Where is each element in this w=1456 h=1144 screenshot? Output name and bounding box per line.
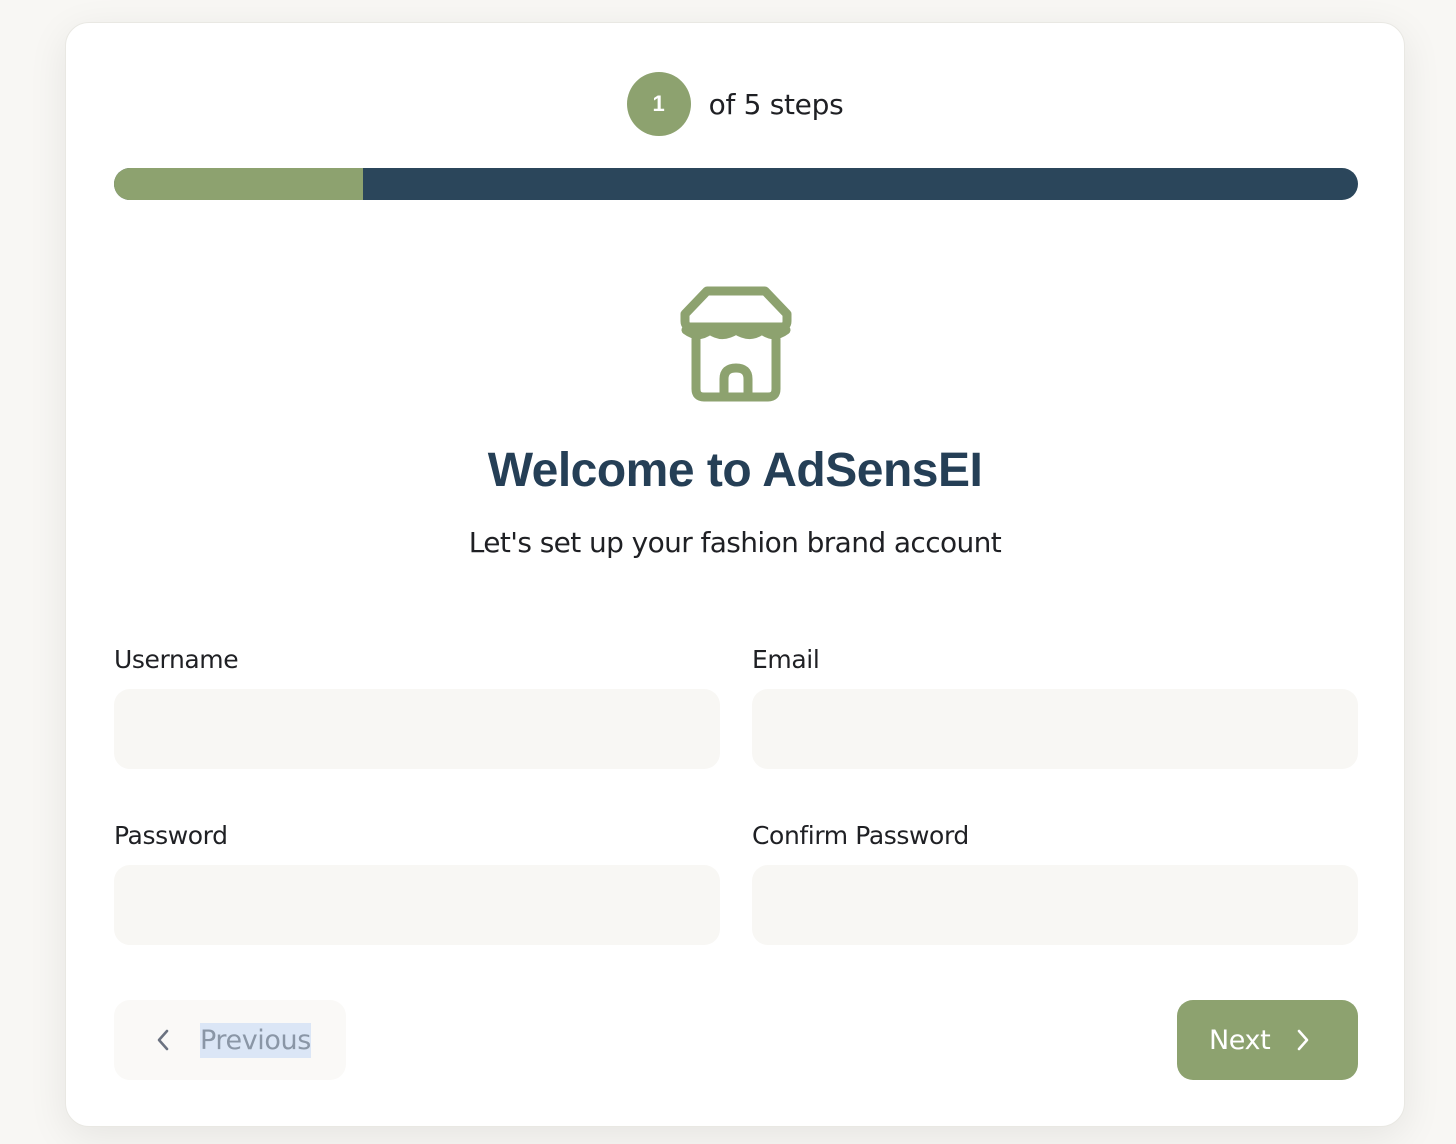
password-label: Password (114, 821, 228, 850)
previous-button[interactable]: Previous (114, 1000, 346, 1080)
page-title: Welcome to AdSensEI (487, 444, 983, 497)
password-input[interactable] (114, 865, 720, 945)
email-input[interactable] (752, 689, 1358, 769)
onboarding-card: 1 of 5 steps Welcome to AdSensEI Let's s… (65, 22, 1405, 1127)
progress-bar (114, 168, 1358, 200)
chevron-right-icon (1296, 1029, 1310, 1051)
current-step-badge: 1 (626, 72, 691, 136)
previous-button-label: Previous (200, 1022, 311, 1058)
confirm-password-label: Confirm Password (752, 821, 969, 850)
email-field: Email (752, 643, 1358, 769)
username-label: Username (114, 645, 239, 674)
username-field: Username (114, 643, 720, 769)
email-label: Email (752, 645, 820, 674)
next-button-label: Next (1209, 1024, 1271, 1056)
next-button[interactable]: Next (1177, 1000, 1358, 1080)
password-field: Password (114, 819, 720, 945)
page-subtitle: Let's set up your fashion brand account (468, 526, 1002, 559)
progress-bar-fill (114, 168, 363, 200)
username-input[interactable] (114, 689, 720, 769)
chevron-left-icon (156, 1029, 170, 1051)
step-count-text: of 5 steps (708, 87, 844, 121)
step-indicator: 1 of 5 steps (66, 72, 1404, 136)
confirm-password-input[interactable] (752, 865, 1358, 945)
confirm-password-field: Confirm Password (752, 819, 1358, 945)
store-icon (680, 286, 792, 402)
